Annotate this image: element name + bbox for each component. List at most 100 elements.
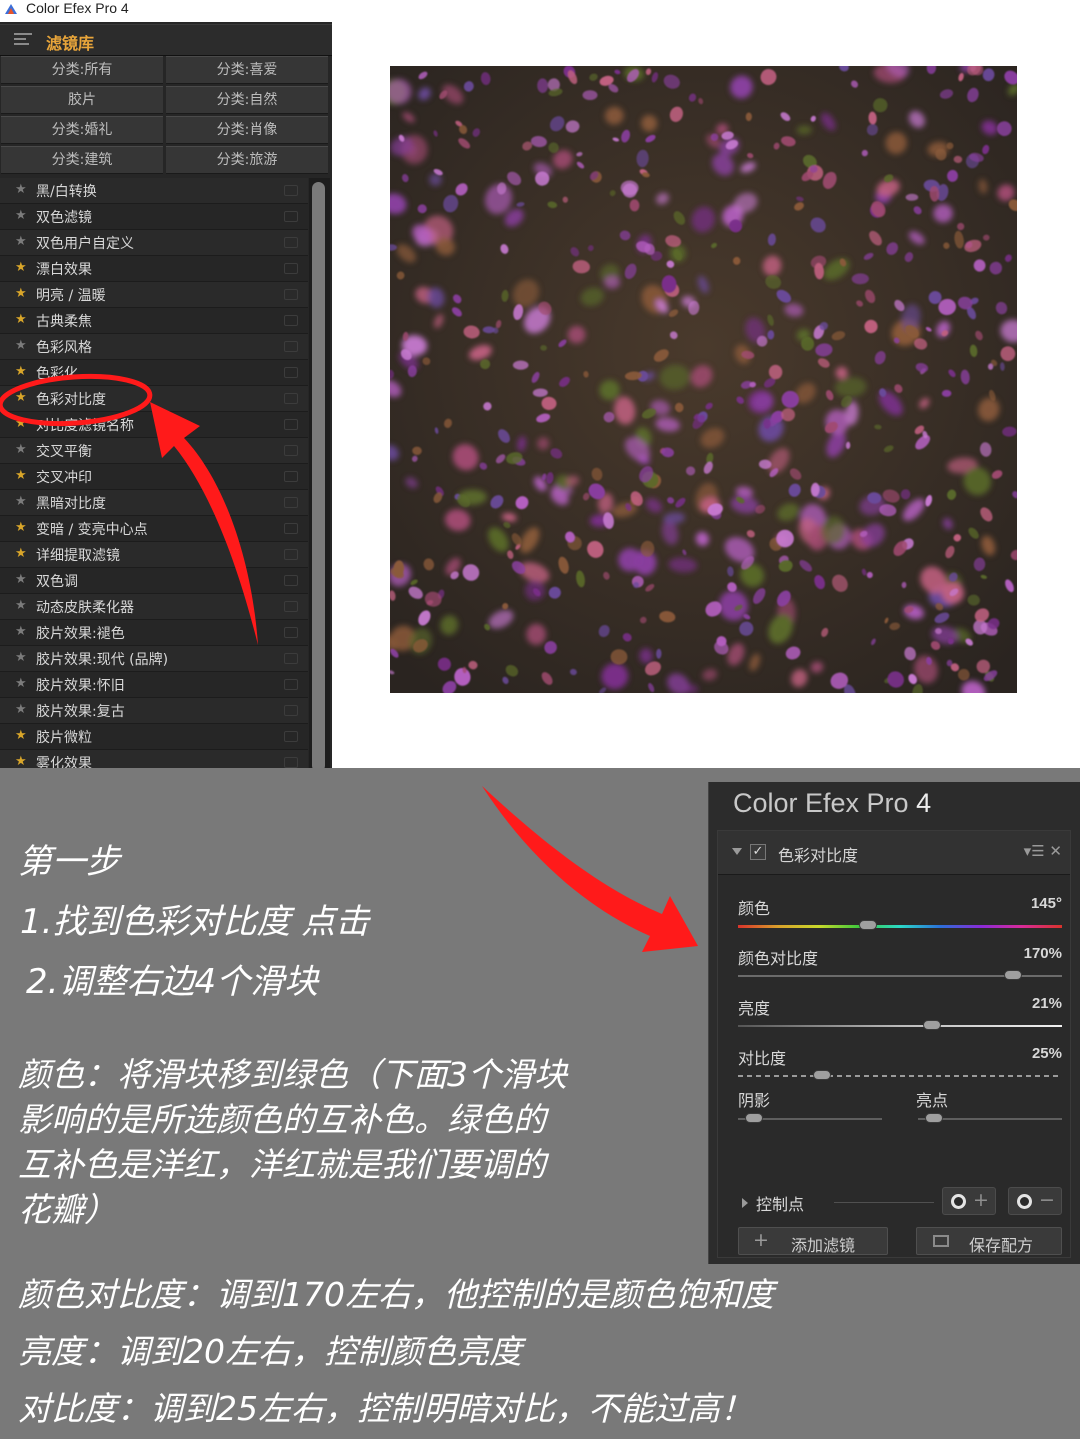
favorite-star-icon[interactable]: ★: [15, 469, 27, 483]
color-explanation-line: 影响的是所选颜色的互补色。绿色的: [18, 1100, 546, 1139]
category-button[interactable]: 分类:所有: [1, 56, 163, 84]
favorite-star-icon[interactable]: ★: [15, 729, 27, 743]
preset-copy-icon[interactable]: [284, 497, 298, 508]
add-filter-button[interactable]: + 添加滤镜: [738, 1227, 888, 1255]
filter-list-item[interactable]: ★ 交叉平衡: [0, 438, 308, 464]
slider-track[interactable]: [738, 925, 1062, 928]
filter-header: ✓ 色彩对比度 ▾☰ ✕: [718, 831, 1070, 875]
favorite-star-icon[interactable]: ★: [15, 495, 27, 509]
favorite-star-icon[interactable]: ★: [15, 599, 27, 613]
filter-library-panel: 滤镜库 分类:所有 分类:喜爱 胶片 分类:自然 分类:婚礼 分类:肖像 分类:建筑 分类:旅…: [0, 22, 332, 774]
filter-list-item[interactable]: ★ 交叉冲印: [0, 464, 308, 490]
favorite-star-icon[interactable]: ★: [15, 287, 27, 301]
shadows-slider-knob[interactable]: [745, 1113, 764, 1123]
filter-list-item[interactable]: ★ 色彩风格: [0, 334, 308, 360]
filter-enable-checkbox[interactable]: ✓: [750, 844, 766, 860]
preset-copy-icon[interactable]: [284, 601, 298, 612]
filter-list-item[interactable]: ★ 古典柔焦: [0, 308, 308, 334]
filter-list-item[interactable]: ★ 动态皮肤柔化器: [0, 594, 308, 620]
filter-menu-close-icon[interactable]: ▾☰ ✕: [1024, 842, 1062, 860]
preset-copy-icon[interactable]: [284, 705, 298, 716]
favorite-star-icon[interactable]: ★: [15, 183, 27, 197]
preset-copy-icon[interactable]: [284, 237, 298, 248]
category-button[interactable]: 分类:肖像: [166, 116, 328, 144]
filter-list-item[interactable]: ★ 双色滤镜: [0, 204, 308, 230]
favorite-star-icon[interactable]: ★: [15, 625, 27, 639]
preset-copy-icon[interactable]: [284, 211, 298, 222]
scrollbar-thumb[interactable]: [312, 182, 325, 772]
filter-list-item[interactable]: ★ 胶片效果:复古: [0, 698, 308, 724]
remove-control-point-button[interactable]: −: [1008, 1187, 1062, 1215]
menu-icon[interactable]: [14, 33, 32, 49]
filter-list-item[interactable]: ★ 胶片效果:现代 (品牌): [0, 646, 308, 672]
category-button[interactable]: 分类:喜爱: [166, 56, 328, 84]
filter-list-item[interactable]: ★ 漂白效果: [0, 256, 308, 282]
favorite-star-icon[interactable]: ★: [15, 547, 27, 561]
favorite-star-icon[interactable]: ★: [15, 339, 27, 353]
preset-copy-icon[interactable]: [284, 549, 298, 560]
category-button[interactable]: 分类:婚礼: [1, 116, 163, 144]
slider-knob[interactable]: [858, 920, 877, 930]
favorite-star-icon[interactable]: ★: [15, 677, 27, 691]
save-recipe-button[interactable]: 保存配方: [916, 1227, 1062, 1255]
filter-list-scrollbar[interactable]: [309, 178, 330, 774]
filter-list-item[interactable]: ★ 黑/白转换: [0, 178, 308, 204]
expand-triangle-icon[interactable]: [742, 1198, 748, 1208]
filter-list-item[interactable]: ★ 色彩化: [0, 360, 308, 386]
filter-list-item[interactable]: ★ 变暗 / 变亮中心点: [0, 516, 308, 542]
filter-list-item[interactable]: ★ 胶片效果:怀旧: [0, 672, 308, 698]
category-button[interactable]: 分类:建筑: [1, 146, 163, 174]
filter-list-item[interactable]: ★ 详细提取滤镜: [0, 542, 308, 568]
preset-copy-icon[interactable]: [284, 445, 298, 456]
preset-copy-icon[interactable]: [284, 575, 298, 586]
filter-list-item[interactable]: ★ 双色用户自定义: [0, 230, 308, 256]
preset-copy-icon[interactable]: [284, 757, 298, 768]
collapse-triangle-icon[interactable]: [732, 848, 742, 855]
filter-list-item[interactable]: ★ 胶片微粒: [0, 724, 308, 750]
filter-list-item[interactable]: ★ 双色调: [0, 568, 308, 594]
favorite-star-icon[interactable]: ★: [15, 365, 27, 379]
preset-copy-icon[interactable]: [284, 393, 298, 404]
filter-list-item[interactable]: ★ 对比度滤镜名称: [0, 412, 308, 438]
category-button[interactable]: 胶片: [1, 86, 163, 114]
slider-track[interactable]: [738, 1075, 1062, 1077]
preset-copy-icon[interactable]: [284, 419, 298, 430]
add-control-point-button[interactable]: +: [942, 1187, 996, 1215]
slider-knob[interactable]: [1004, 970, 1023, 980]
favorite-star-icon[interactable]: ★: [15, 313, 27, 327]
highlights-slider-knob[interactable]: [925, 1113, 944, 1123]
preset-copy-icon[interactable]: [284, 731, 298, 742]
filter-list-item[interactable]: ★ 黑暗对比度: [0, 490, 308, 516]
category-button[interactable]: 分类:旅游: [166, 146, 328, 174]
favorite-star-icon[interactable]: ★: [15, 703, 27, 717]
preset-copy-icon[interactable]: [284, 627, 298, 638]
control-points-label[interactable]: 控制点: [756, 1191, 804, 1215]
preset-copy-icon[interactable]: [284, 523, 298, 534]
preset-copy-icon[interactable]: [284, 367, 298, 378]
preset-copy-icon[interactable]: [284, 263, 298, 274]
filter-list-item[interactable]: ★ 色彩对比度: [0, 386, 308, 412]
favorite-star-icon[interactable]: ★: [15, 209, 27, 223]
preset-copy-icon[interactable]: [284, 653, 298, 664]
favorite-star-icon[interactable]: ★: [15, 573, 27, 587]
slider-track[interactable]: [738, 1025, 1062, 1027]
preset-copy-icon[interactable]: [284, 679, 298, 690]
preset-copy-icon[interactable]: [284, 341, 298, 352]
favorite-star-icon[interactable]: ★: [15, 261, 27, 275]
favorite-star-icon[interactable]: ★: [15, 417, 27, 431]
slider-knob[interactable]: [923, 1020, 942, 1030]
preset-copy-icon[interactable]: [284, 185, 298, 196]
favorite-star-icon[interactable]: ★: [15, 391, 27, 405]
preset-copy-icon[interactable]: [284, 289, 298, 300]
favorite-star-icon[interactable]: ★: [15, 443, 27, 457]
category-button[interactable]: 分类:自然: [166, 86, 328, 114]
favorite-star-icon[interactable]: ★: [15, 235, 27, 249]
slider-knob[interactable]: [813, 1070, 832, 1080]
filter-list-item[interactable]: ★ 明亮 / 温暖: [0, 282, 308, 308]
preset-copy-icon[interactable]: [284, 471, 298, 482]
favorite-star-icon[interactable]: ★: [15, 651, 27, 665]
favorite-star-icon[interactable]: ★: [15, 755, 27, 769]
favorite-star-icon[interactable]: ★: [15, 521, 27, 535]
filter-list-item[interactable]: ★ 胶片效果:褪色: [0, 620, 308, 646]
preset-copy-icon[interactable]: [284, 315, 298, 326]
